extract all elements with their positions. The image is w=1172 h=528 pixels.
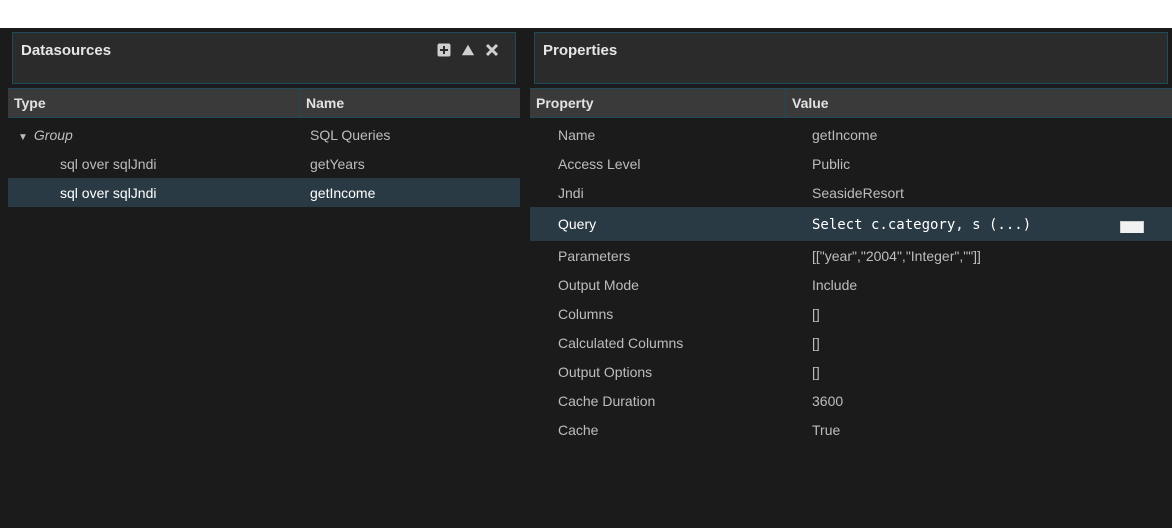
tree-cell-name: getYears [310,155,365,172]
property-row-parameters[interactable]: Parameters [["year","2004","Integer",""]… [530,241,1172,270]
property-value: [] [812,363,820,380]
property-label: Columns [558,305,614,322]
property-row-calculated-columns[interactable]: Calculated Columns [] [530,328,1172,357]
tree-cell-type: sql over sqlJndi [60,155,157,172]
property-row-cache[interactable]: Cache True [530,415,1172,444]
group-label: Group [33,126,73,143]
property-value: [] [812,305,820,322]
property-label: Parameters [558,247,631,264]
delete-icon[interactable] [485,43,499,57]
column-header-value[interactable]: Value [786,89,1172,117]
property-row-name[interactable]: Name getIncome [530,120,1172,149]
property-row-output-options[interactable]: Output Options [] [530,357,1172,386]
query-value: Select c.category, s (...) [812,216,1032,233]
tree-row[interactable]: sql over sqlJndi getYears [8,149,520,178]
tree-cell-name: SQL Queries [310,126,391,143]
property-value: True [812,421,841,438]
property-label: Jndi [558,184,584,201]
tree-cell-name: getIncome [310,184,376,201]
tree-row-selected[interactable]: sql over sqlJndi getIncome [8,178,520,207]
property-value-query: Select c.category, s (...) ... [786,216,1172,233]
expand-triangle-icon[interactable]: ▼ [18,132,28,143]
property-row-cache-duration[interactable]: Cache Duration 3600 [530,386,1172,415]
property-row-columns[interactable]: Columns [] [530,299,1172,328]
column-header-type[interactable]: Type [8,89,300,117]
datasources-title: Datasources [21,42,112,59]
property-value: [["year","2004","Integer",""]] [812,247,981,264]
column-header-name[interactable]: Name [300,89,520,117]
property-label: Cache [558,421,599,438]
tree-cell-type: ▼ Group [8,127,300,143]
property-value: [] [812,334,820,351]
property-label: Output Mode [558,276,639,293]
property-label: Calculated Columns [558,334,684,351]
property-label: Query [558,216,597,232]
datasources-column-headers: Type Name [8,88,520,118]
column-header-property[interactable]: Property [530,89,786,117]
property-value: getIncome [812,126,878,143]
property-value: Public [812,155,851,172]
property-label: Cache Duration [558,392,656,409]
datasources-list: ▼ Group SQL Queries sql over sqlJndi getY… [8,120,520,207]
query-edit-button[interactable]: ... [1120,220,1144,233]
tree-cell-type: sql over sqlJndi [60,184,157,201]
move-up-icon[interactable] [461,43,475,57]
property-value: 3600 [812,392,844,409]
page: Datasources Type Name ▼ Group SQL Querie… [0,0,1172,528]
properties-title: Properties [543,42,618,59]
property-label: Access Level [558,155,641,172]
datasources-panel: Datasources Type Name ▼ Group SQL Querie… [8,28,520,528]
datasources-header: Datasources [12,32,516,84]
property-label: Output Options [558,363,653,380]
property-row-access-level[interactable]: Access Level Public [530,149,1172,178]
property-row-query[interactable]: Query Select c.category, s (...) ... [530,207,1172,241]
property-value: SeasideResort [812,184,904,201]
property-row-jndi[interactable]: Jndi SeasideResort [530,178,1172,207]
tree-row-group[interactable]: ▼ Group SQL Queries [8,120,520,149]
add-icon[interactable] [437,43,451,57]
datasources-toolbar [437,43,499,57]
top-bar [0,0,1172,28]
property-row-output-mode[interactable]: Output Mode Include [530,270,1172,299]
properties-panel: Properties Property Value Name getIncome… [530,28,1172,528]
properties-header: Properties [534,32,1168,84]
properties-column-headers: Property Value [530,88,1172,118]
property-value: Include [812,276,858,293]
property-label: Name [558,126,596,143]
properties-list: Name getIncome Access Level Public Jndi … [530,120,1172,444]
